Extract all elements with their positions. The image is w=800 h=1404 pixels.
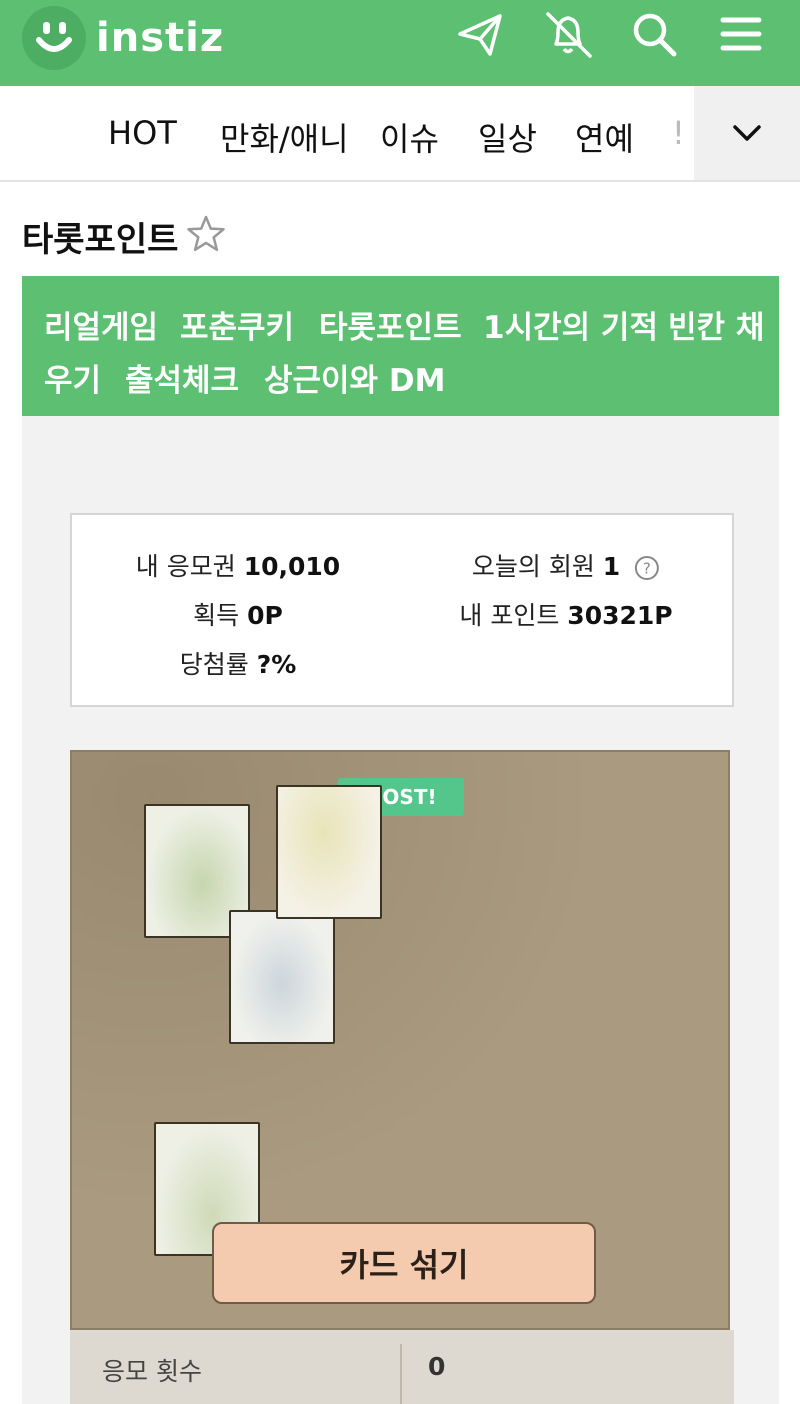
star-icon[interactable]: [186, 214, 226, 254]
chevron-down-icon: [733, 125, 761, 141]
shuffle-cards-button[interactable]: 카드 섞기: [212, 1222, 596, 1304]
game-nav-fill-blank-cont[interactable]: 우기: [44, 355, 101, 400]
game-nav-attendance[interactable]: 출석체크: [125, 355, 239, 400]
category-expand-button[interactable]: [694, 86, 800, 180]
smile-logo-icon: [22, 6, 86, 70]
bell-off-icon[interactable]: [540, 6, 596, 62]
entry-count-label: 응모 횟수: [102, 1357, 202, 1386]
page-title: 타롯포인트: [22, 220, 179, 260]
game-nav-fill-blank[interactable]: 빈칸 채: [668, 302, 764, 347]
game-nav-dm[interactable]: 상근이와 DM: [264, 355, 445, 400]
category-hot[interactable]: HOT: [108, 114, 177, 152]
stats-box: 내 응모권 10,010 오늘의 회원 1 ? 획득 0P 내 포인트 3032…: [70, 513, 734, 707]
svg-text:?: ?: [643, 560, 651, 578]
category-issue[interactable]: 이슈: [380, 114, 439, 160]
game-nav-fortune-cookie[interactable]: 포춘쿠키: [180, 302, 294, 347]
help-icon[interactable]: ?: [634, 555, 660, 581]
game-nav-one-hour-miracle[interactable]: 1시간의 기적: [483, 302, 658, 347]
category-entertainment[interactable]: 연예: [575, 114, 634, 160]
category-bar: HOT 만화/애니 이슈 일상 연예 !: [0, 86, 800, 182]
stat-earned: 획득 0P: [193, 601, 283, 630]
game-nav-real-game[interactable]: 리얼게임: [44, 302, 158, 347]
divider: [400, 1344, 402, 1404]
tarot-table: OOST! 카드 섞기: [70, 750, 730, 1330]
game-nav: 리얼게임 포춘쿠키 타롯포인트 1시간의 기적 빈칸 채 우기 출석체크 상근이…: [22, 276, 779, 416]
stat-win-rate: 당첨률 ?%: [179, 650, 297, 679]
game-nav-tarot-point[interactable]: 타롯포인트: [319, 302, 462, 347]
paper-plane-icon[interactable]: [452, 6, 508, 62]
tarot-card[interactable]: [229, 910, 335, 1044]
stat-tickets: 내 응모권 10,010: [135, 552, 341, 581]
entry-count-row: 응모 횟수 0: [70, 1330, 734, 1404]
category-comic-anime[interactable]: 만화/애니: [220, 114, 349, 160]
menu-icon[interactable]: [713, 6, 769, 62]
search-icon[interactable]: [626, 6, 682, 62]
entry-count-value: 0: [428, 1352, 446, 1381]
category-daily[interactable]: 일상: [478, 114, 537, 160]
logo-text: instiz: [96, 15, 225, 61]
category-clipped[interactable]: !: [672, 114, 685, 152]
tarot-card[interactable]: [276, 785, 382, 919]
site-logo[interactable]: instiz: [22, 6, 224, 70]
stat-points: 내 포인트 30321P: [459, 601, 673, 630]
stat-members: 오늘의 회원 1 ?: [472, 547, 660, 583]
top-bar: instiz: [0, 0, 800, 86]
